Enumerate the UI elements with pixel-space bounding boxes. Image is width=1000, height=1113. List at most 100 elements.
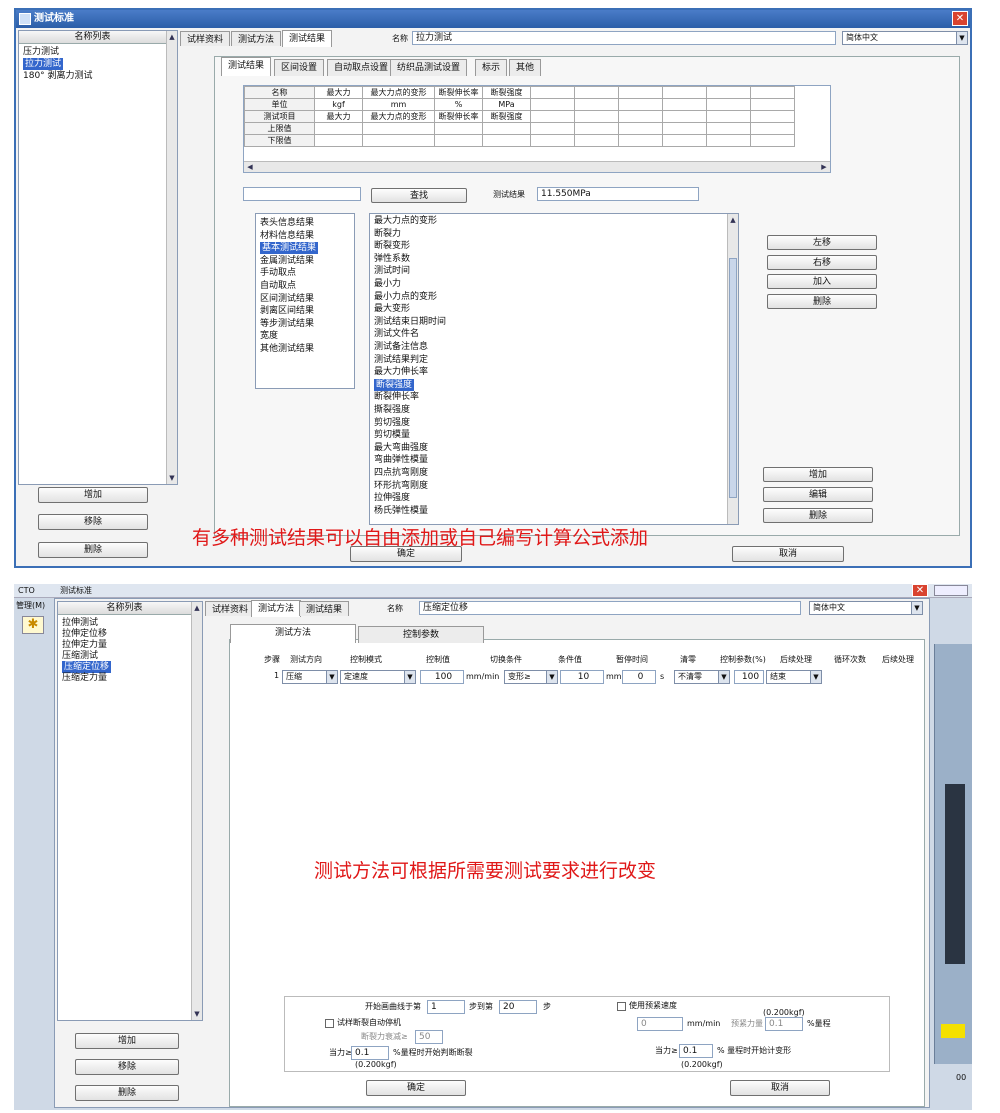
table-cell[interactable] [574,86,619,99]
control-param-input[interactable]: 100 [734,670,764,684]
direction-select[interactable]: 压缩 ▼ [282,670,338,684]
table-cell[interactable] [618,134,663,147]
break-decay-input[interactable]: 50 [415,1030,443,1044]
remove-item-button[interactable]: 删除 [767,294,877,309]
find-button[interactable]: 查找 [371,188,467,203]
table-cell[interactable] [618,86,663,99]
table-cell[interactable] [662,134,707,147]
delete-button[interactable]: 删除 [38,542,148,558]
tab-range-settings[interactable]: 区间设置 [274,59,325,76]
search-input[interactable] [243,187,361,201]
table-cell[interactable] [530,134,575,147]
scroll-down-icon[interactable]: ▼ [167,473,177,483]
table-cell[interactable] [362,122,435,135]
name-input[interactable]: 压缩定位移 [419,601,801,615]
result-item[interactable]: 弯曲弹性模量 [374,454,428,466]
table-cell[interactable] [362,134,435,147]
add-formula-button[interactable]: 增加 [763,467,873,482]
pause-time-input[interactable]: 0 [622,670,656,684]
result-item[interactable]: 剪切强度 [374,417,410,429]
table-cell[interactable] [482,134,531,147]
table-cell[interactable]: mm [362,98,435,111]
switch-condition-select[interactable]: 变形≥ ▼ [504,670,558,684]
category-item[interactable]: 手动取点 [260,267,296,279]
table-cell[interactable] [706,86,751,99]
table-cell[interactable] [574,134,619,147]
tab-auto-point[interactable]: 自动取点设置 [327,59,396,76]
chevron-down-icon[interactable]: ▼ [810,671,821,683]
table-cell[interactable] [706,98,751,111]
control-value-input[interactable]: 100 [420,670,464,684]
force-input[interactable]: 0.1 [351,1046,389,1060]
category-item[interactable]: 区间测试结果 [260,293,314,305]
tab-textile[interactable]: 纺织品测试设置 [390,59,468,76]
zero-select[interactable]: 不清零 ▼ [674,670,730,684]
table-cell[interactable] [574,110,619,123]
result-item[interactable]: 测试结果判定 [374,354,428,366]
result-item[interactable]: 断裂力 [374,228,401,240]
table-cell[interactable] [750,110,795,123]
table-cell[interactable] [618,122,663,135]
result-item[interactable]: 断裂强度 [374,378,415,391]
condition-value-input[interactable]: 10 [560,670,604,684]
table-cell[interactable] [574,122,619,135]
result-item[interactable]: 最大力伸长率 [374,366,428,378]
language-select[interactable]: 简体中文 ▼ [842,31,968,45]
scroll-up-icon[interactable]: ▲ [167,32,177,42]
tab-sample-info[interactable]: 试样资料 [205,601,256,616]
table-cell[interactable]: kgf [314,98,363,111]
table-cell[interactable]: 最大力点的变形 [362,110,435,123]
cancel-button[interactable]: 取消 [730,1080,830,1096]
table-cell[interactable] [314,122,363,135]
table-cell[interactable] [574,98,619,111]
list-item[interactable]: 180° 剥离力测试 [23,70,93,82]
result-item[interactable]: 弹性系数 [374,253,410,265]
list-item[interactable]: 拉力测试 [23,58,64,70]
control-mode-select[interactable]: 定速度 ▼ [340,670,416,684]
result-item[interactable]: 最大变形 [374,303,410,315]
scroll-up-icon[interactable]: ▲ [728,215,738,225]
table-cell[interactable] [530,122,575,135]
category-item[interactable]: 自动取点 [260,280,296,292]
category-item[interactable]: 其他测试结果 [260,343,314,355]
table-cell[interactable]: 断裂强度 [482,86,531,99]
preload-force-input[interactable]: 0.1 [765,1017,803,1031]
table-cell[interactable] [314,134,363,147]
table-cell[interactable] [662,122,707,135]
table-cell[interactable] [530,86,575,99]
category-item[interactable]: 表头信息结果 [260,217,314,229]
table-cell[interactable]: MPa [482,98,531,111]
tab-test-method[interactable]: 测试方法 [231,31,282,46]
scroll-left-icon[interactable]: ◀ [245,162,255,172]
language-select[interactable]: 简体中文 ▼ [809,601,923,615]
close-button[interactable]: ✕ [952,11,968,26]
close-button[interactable]: ✕ [912,584,928,597]
table-cell[interactable] [662,110,707,123]
table-cell[interactable] [530,98,575,111]
category-item[interactable]: 等步测试结果 [260,318,314,330]
preload-checkbox[interactable] [617,1002,626,1011]
table-cell[interactable] [706,134,751,147]
result-item[interactable]: 测试备注信息 [374,341,428,353]
move-right-button[interactable]: 右移 [767,255,877,270]
table-cell[interactable] [530,110,575,123]
table-cell[interactable] [750,98,795,111]
chevron-down-icon[interactable]: ▼ [911,602,922,614]
name-list-scrollbar[interactable]: ▲ ▼ [166,31,177,484]
result-item[interactable]: 拉伸强度 [374,492,410,504]
result-item[interactable]: 杨氏弹性模量 [374,505,428,517]
chevron-down-icon[interactable]: ▼ [326,671,337,683]
menu-manage[interactable]: 管理(M) [16,600,45,612]
table-cell[interactable] [618,110,663,123]
add-button[interactable]: 增加 [75,1033,179,1049]
category-item[interactable]: 金属测试结果 [260,255,314,267]
ok-button[interactable]: 确定 [350,546,462,562]
name-input[interactable]: 拉力测试 [412,31,836,45]
table-cell[interactable] [434,122,483,135]
result-item[interactable]: 断裂变形 [374,240,410,252]
result-item[interactable]: 测试结束日期时间 [374,316,446,328]
scroll-up-icon[interactable]: ▲ [192,603,202,613]
chevron-down-icon[interactable]: ▼ [718,671,729,683]
add-button[interactable]: 增加 [38,487,148,503]
category-item[interactable]: 剥离区间结果 [260,305,314,317]
